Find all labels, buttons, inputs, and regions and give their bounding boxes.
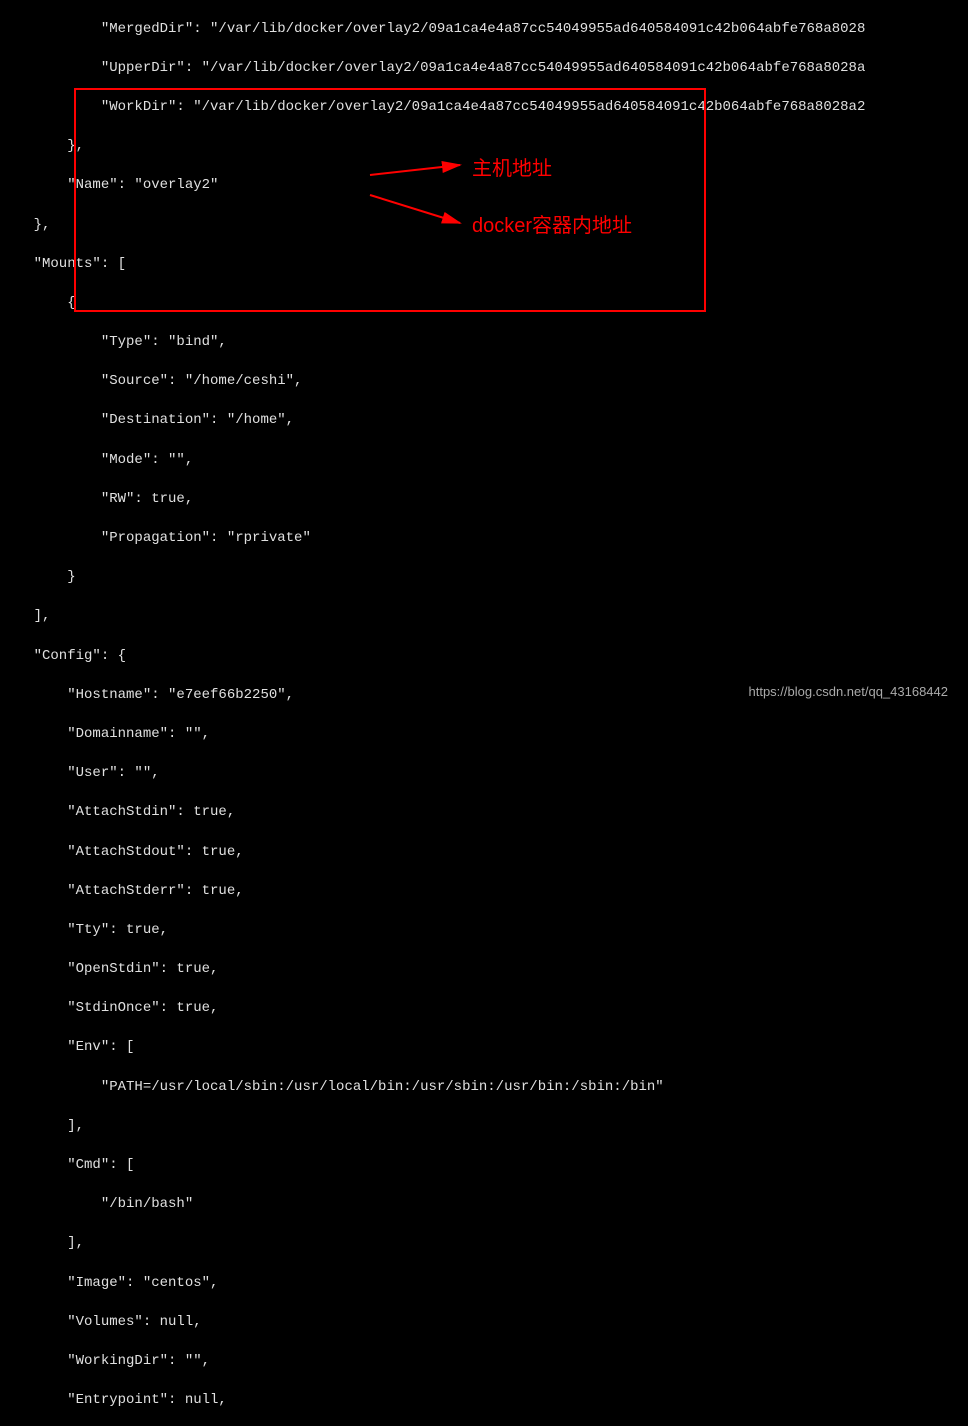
code-line: "AttachStderr": true, [0,882,968,902]
code-line: ], [0,607,968,627]
code-line: ], [0,1117,968,1137]
code-line: "UpperDir": "/var/lib/docker/overlay2/09… [0,59,968,79]
code-line: "WorkingDir": "", [0,1352,968,1372]
code-line: "Image": "centos", [0,1274,968,1294]
code-line: "Mounts": [ [0,255,968,275]
annotation-container-address: docker容器内地址 [472,212,632,240]
code-line: } [0,568,968,588]
code-line: ], [0,1234,968,1254]
code-line: "Volumes": null, [0,1313,968,1333]
code-line: "AttachStdout": true, [0,843,968,863]
code-line: { [0,294,968,314]
code-line: "RW": true, [0,490,968,510]
code-line: "Destination": "/home", [0,411,968,431]
code-line: "StdinOnce": true, [0,999,968,1019]
code-line: "Env": [ [0,1038,968,1058]
code-line: "AttachStdin": true, [0,803,968,823]
code-line: "Type": "bind", [0,333,968,353]
code-line: "WorkDir": "/var/lib/docker/overlay2/09a… [0,98,968,118]
code-line: "Domainname": "", [0,725,968,745]
code-line: "Entrypoint": null, [0,1391,968,1411]
code-line: "/bin/bash" [0,1195,968,1215]
code-line: "Mode": "", [0,451,968,471]
code-line: }, [0,137,968,157]
code-line: "Tty": true, [0,921,968,941]
code-line: "Config": { [0,647,968,667]
code-line: "Propagation": "rprivate" [0,529,968,549]
code-line: "MergedDir": "/var/lib/docker/overlay2/0… [0,20,968,40]
code-line: "Source": "/home/ceshi", [0,372,968,392]
code-line: "OpenStdin": true, [0,960,968,980]
code-line: "PATH=/usr/local/sbin:/usr/local/bin:/us… [0,1078,968,1098]
watermark: https://blog.csdn.net/qq_43168442 [749,683,949,701]
code-line: "Cmd": [ [0,1156,968,1176]
code-line: "User": "", [0,764,968,784]
annotation-host-address: 主机地址 [472,155,552,183]
